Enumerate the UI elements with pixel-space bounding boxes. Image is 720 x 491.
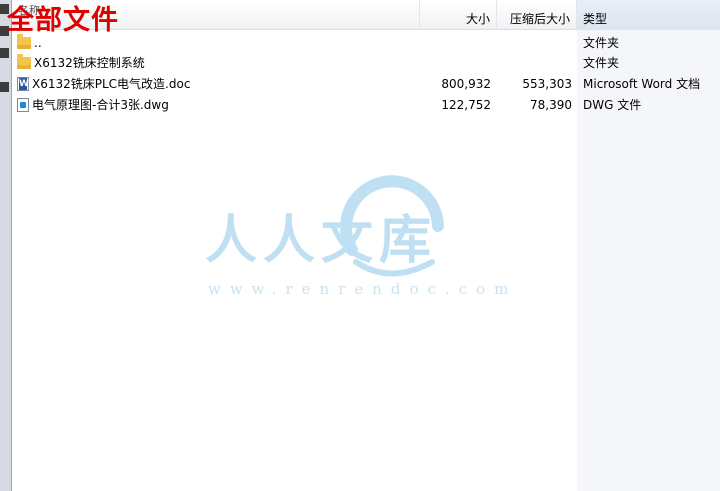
file-type: DWG 文件	[583, 98, 642, 112]
file-name: X6132铣床PLC电气改造.doc	[32, 77, 191, 91]
column-compressed-header[interactable]: 压缩后大小	[497, 0, 577, 30]
file-type: 文件夹	[583, 56, 620, 70]
page-title: 全部文件	[7, 5, 119, 36]
file-type: 文件夹	[583, 36, 620, 50]
folder-icon	[17, 53, 31, 69]
file-name: 电气原理图-合计3张.dwg	[32, 98, 169, 112]
list-item[interactable]: X6132铣床PLC电气改造.doc 800,932 553,303 Micro…	[12, 74, 720, 95]
file-name-cell: X6132铣床PLC电气改造.doc	[17, 74, 417, 95]
list-item[interactable]: 电气原理图-合计3张.dwg 122,752 78,390 DWG 文件	[12, 95, 720, 116]
file-name-cell: 电气原理图-合计3张.dwg	[17, 95, 417, 116]
word-doc-icon	[17, 76, 29, 91]
list-item[interactable]: X6132铣床控制系统 文件夹	[12, 53, 720, 74]
file-size: 122,752	[441, 98, 491, 112]
edge-tick	[0, 82, 9, 92]
file-name-cell: X6132铣床控制系统	[17, 53, 417, 74]
file-type: Microsoft Word 文档	[583, 77, 701, 91]
file-compressed-size	[497, 53, 572, 74]
dwg-file-icon	[17, 97, 29, 112]
file-list-window: 名称 大小 压缩后大小 类型 .. 文件夹 X6132铣床控制系统 文件夹 X6…	[12, 0, 720, 491]
file-size	[420, 53, 491, 74]
folder-up-icon	[17, 33, 31, 49]
edge-tick	[0, 48, 9, 58]
column-size-header[interactable]: 大小	[420, 0, 497, 30]
file-compressed-size: 78,390	[530, 98, 572, 112]
file-compressed-size: 553,303	[522, 77, 572, 91]
column-type-header[interactable]: 类型	[577, 0, 720, 30]
file-compressed-size	[497, 33, 572, 54]
file-size	[420, 33, 491, 54]
file-size: 800,932	[441, 77, 491, 91]
left-window-edge	[0, 0, 12, 491]
file-name: X6132铣床控制系统	[34, 56, 145, 70]
file-name: ..	[34, 36, 42, 50]
